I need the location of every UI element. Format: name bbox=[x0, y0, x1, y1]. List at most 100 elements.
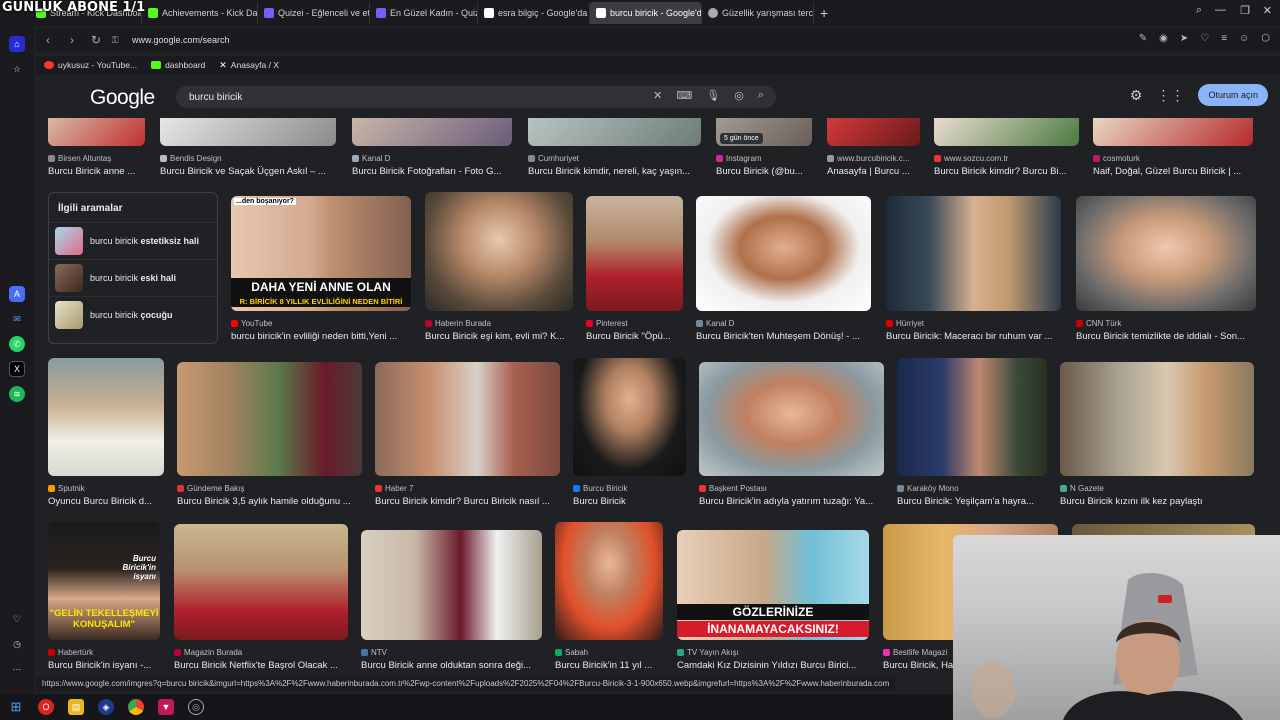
tab-quizei-en-guzel[interactable]: En Güzel Kadın - Quizei bbox=[370, 2, 478, 24]
bookmark-dashboard[interactable]: dashboard bbox=[151, 60, 205, 70]
result-title[interactable]: Burcu Biricik eşi kim, evli mi? K... bbox=[425, 331, 573, 342]
reload-icon[interactable]: ↻ bbox=[84, 33, 108, 47]
result-title[interactable]: Burcu Biricik anne ... bbox=[48, 166, 145, 177]
image-result[interactable]: www.burcubiricik.c... Anasayfa | Burcu ..… bbox=[827, 118, 920, 177]
heart-icon[interactable]: ♡ bbox=[9, 611, 25, 627]
site-info-icon[interactable]: ⚿ bbox=[108, 35, 122, 46]
result-title[interactable]: Burcu Biricik'in 11 yıl ... bbox=[555, 660, 663, 671]
image-result[interactable]: Sputnik Oyuncu Burcu Biricik d... bbox=[48, 358, 164, 507]
profile-icon[interactable]: ☺ bbox=[1239, 33, 1249, 44]
search-icon[interactable]: ⌕ bbox=[758, 89, 764, 102]
image-result[interactable]: Magazin Burada Burcu Biricik Netflix'te B… bbox=[174, 524, 348, 671]
result-title[interactable]: Camdaki Kız Dizisinin Yıldızı Burcu Biri… bbox=[677, 660, 869, 671]
image-result[interactable]: Pinterest Burcu Biricik "Öpü... bbox=[586, 196, 683, 342]
related-item[interactable]: burcu biricik eski hali bbox=[49, 259, 217, 296]
maximize-icon[interactable]: ❐ bbox=[1240, 4, 1250, 17]
gear-icon[interactable]: ⚙ bbox=[1130, 87, 1143, 104]
clear-icon[interactable]: ✕ bbox=[653, 89, 662, 102]
result-title[interactable]: Burcu Biricik kimdir, nereli, kaç yaşın.… bbox=[528, 166, 701, 177]
chrome-icon[interactable] bbox=[128, 699, 144, 715]
result-title[interactable]: Burcu Biricik: Maceracı bir ruhum var ..… bbox=[886, 331, 1061, 342]
result-title[interactable]: Burcu Biricik anne olduktan sonra deği..… bbox=[361, 660, 542, 671]
image-result[interactable]: 5 gün önce Instagram Burcu Biricik (@bu... bbox=[716, 118, 812, 177]
result-title[interactable]: Anasayfa | Burcu ... bbox=[827, 166, 920, 177]
whatsapp-icon[interactable]: ✆ bbox=[9, 336, 25, 352]
close-icon[interactable]: ✕ bbox=[1263, 4, 1272, 17]
app-icon[interactable]: ▼ bbox=[158, 699, 174, 715]
result-title[interactable]: Burcu Biricik kimdir? Burcu Biricik nası… bbox=[375, 496, 560, 507]
sign-in-button[interactable]: Oturum açın bbox=[1198, 84, 1268, 106]
result-title[interactable]: Burcu Biricik Netflix'te Başrol Olacak .… bbox=[174, 660, 348, 671]
history-icon[interactable]: ◷ bbox=[9, 636, 25, 652]
result-title[interactable]: Burcu Biricik'in isyanı -... bbox=[48, 660, 160, 671]
image-result[interactable]: Cumhuriyet Burcu Biricik kimdir, nereli, … bbox=[528, 118, 701, 177]
result-title[interactable]: Burcu Biricik 3,5 aylık hamile olduğunu … bbox=[177, 496, 362, 507]
image-result[interactable]: Karaköy Mono Burcu Biricik: Yeşilçam'a ha… bbox=[897, 358, 1047, 507]
related-item[interactable]: burcu biricik çocuğu bbox=[49, 296, 217, 333]
image-result[interactable]: N Gazete Burcu Biricik kızını ilk kez pay… bbox=[1060, 362, 1254, 507]
image-result[interactable]: www.sozcu.com.tr Burcu Biricik kimdir? Bu… bbox=[934, 118, 1079, 177]
keyboard-icon[interactable]: ⌨ bbox=[676, 89, 692, 102]
microphone-icon[interactable]: 🎙 bbox=[706, 89, 720, 102]
home-icon[interactable]: ⌂ bbox=[9, 36, 25, 52]
obs-icon[interactable]: ◎ bbox=[188, 699, 204, 715]
windows-start-icon[interactable]: ⊞ bbox=[8, 699, 24, 715]
lens-icon[interactable]: ◎ bbox=[734, 89, 744, 102]
result-title[interactable]: Burcu Biricik kızını ilk kez paylaştı bbox=[1060, 496, 1254, 507]
back-icon[interactable]: ‹ bbox=[36, 33, 60, 47]
app-icon[interactable]: ◈ bbox=[98, 699, 114, 715]
tab-search-icon[interactable]: ⌕ bbox=[1196, 4, 1202, 17]
extensions-icon[interactable]: ⬡ bbox=[1261, 33, 1270, 44]
image-result[interactable]: Burcu Biricik'in isyanı "GELİN TEKELLEŞM… bbox=[48, 522, 160, 671]
related-item[interactable]: burcu biricik estetiksiz hali bbox=[49, 222, 217, 259]
tab-esra-bilgic[interactable]: esra bilgiç - Google'da Ar bbox=[478, 2, 590, 24]
tab-kick-achievements[interactable]: Achievements - Kick Dash bbox=[142, 2, 258, 24]
bookmark-x[interactable]: ✕ Anasayfa / X bbox=[219, 60, 279, 71]
file-explorer-icon[interactable]: ▤ bbox=[68, 699, 84, 715]
image-result[interactable]: Bendis Design Burcu Biricik ve Saçak Üçge… bbox=[160, 118, 336, 177]
star-icon[interactable]: ☆ bbox=[9, 61, 25, 77]
result-title[interactable]: Burcu Biricik bbox=[573, 496, 686, 507]
messenger-icon[interactable]: ✉ bbox=[9, 311, 25, 327]
image-result[interactable]: CNN Türk Burcu Biricik temizlikte de iddi… bbox=[1076, 196, 1256, 342]
bookmark-youtube[interactable]: uykusuz - YouTube... bbox=[44, 60, 137, 70]
spotify-icon[interactable]: ≋ bbox=[9, 386, 25, 402]
image-result[interactable]: GÖZLERİNİZE İNANAMAYACAKSINIZ! TV Yayın … bbox=[677, 530, 869, 671]
result-title[interactable]: Burcu Biricik Fotoğrafları - Foto G... bbox=[352, 166, 512, 177]
new-tab-button[interactable]: + bbox=[814, 5, 834, 21]
result-title[interactable]: Burcu Biricik "Öpü... bbox=[586, 331, 683, 342]
minimize-icon[interactable]: — bbox=[1215, 4, 1226, 16]
image-result[interactable]: Başkent Postası Burcu Biricik'in adıyla y… bbox=[699, 362, 884, 507]
x-icon[interactable]: X bbox=[9, 361, 25, 377]
google-logo[interactable]: Google bbox=[90, 86, 155, 110]
result-title[interactable]: Burcu Biricik kimdir? Burcu Bi... bbox=[934, 166, 1079, 177]
image-result[interactable]: Birsen Altuntaş Burcu Biricik anne ... bbox=[48, 118, 145, 177]
image-result[interactable]: Haber 7 Burcu Biricik kimdir? Burcu Biric… bbox=[375, 362, 560, 507]
result-title[interactable]: Burcu Biricik: Yeşilçam'a hayra... bbox=[897, 496, 1047, 507]
result-title[interactable]: Oyuncu Burcu Biricik d... bbox=[48, 496, 164, 507]
forward-icon[interactable]: › bbox=[60, 33, 84, 47]
apps-grid-icon[interactable]: ⋮⋮ bbox=[1156, 87, 1184, 104]
result-title[interactable]: burcu biricik'in evliliği neden bitti,Ye… bbox=[231, 331, 411, 342]
image-result[interactable]: Kanal D Burcu Biricik'ten Muhteşem Dönüş!… bbox=[696, 196, 871, 342]
image-result[interactable]: NTV Burcu Biricik anne olduktan sonra değ… bbox=[361, 530, 542, 671]
url-field[interactable]: www.google.com/search bbox=[132, 35, 230, 45]
result-title[interactable]: Burcu Biricik ve Saçak Üçgen Askıl – ... bbox=[160, 166, 336, 177]
image-result[interactable]: Haberin Burada Burcu Biricik eşi kim, evl… bbox=[425, 192, 573, 342]
tab-burcu-biricik[interactable]: burcu biricik - Google'da bbox=[590, 2, 702, 24]
opera-icon[interactable]: O bbox=[38, 699, 54, 715]
result-title[interactable]: Burcu Biricik temizlikte de iddialı - So… bbox=[1076, 331, 1256, 342]
image-result[interactable]: Hürriyet Burcu Biricik: Maceracı bir ruhu… bbox=[886, 196, 1061, 342]
result-title[interactable]: Burcu Biricik'in adıyla yatırım tuzağı: … bbox=[699, 496, 884, 507]
send-icon[interactable]: ➤ bbox=[1180, 33, 1188, 44]
aria-icon[interactable]: A bbox=[9, 286, 25, 302]
image-result[interactable]: Sabah Burcu Biricik'in 11 yıl ... bbox=[555, 522, 663, 671]
search-input[interactable]: burcu biricik ✕ ⌨ 🎙 ◎ ⌕ bbox=[176, 86, 776, 108]
image-result[interactable]: Burcu Biricik Burcu Biricik bbox=[573, 358, 686, 507]
image-result[interactable]: ...den boşanıyor? DAHA YENİ ANNE OLAN R:… bbox=[231, 196, 411, 342]
image-result[interactable]: Kanal D Burcu Biricik Fotoğrafları - Foto… bbox=[352, 118, 512, 177]
tab-quizei[interactable]: Quizei - Eğlenceli ve etkile bbox=[258, 2, 370, 24]
menu-lines-icon[interactable]: ≡ bbox=[1221, 33, 1227, 44]
result-title[interactable]: Burcu Biricik (@bu... bbox=[716, 166, 812, 177]
edit-icon[interactable]: ✎ bbox=[1139, 33, 1147, 44]
